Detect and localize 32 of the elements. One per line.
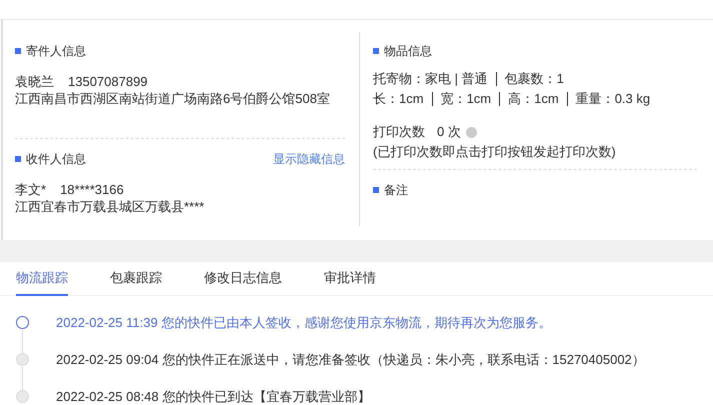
timeline-entry: 2022-02-25 09:04 您的快件正在派送中，请您准备签收（快递员：朱小亮，联系电话：15270405002） xyxy=(56,352,645,366)
square-icon xyxy=(15,48,21,54)
timeline-entry: 2022-02-25 11:39 您的快件已由本人签收，感谢您使用京东物流，期待再次为您服务。 xyxy=(56,316,552,330)
tab[interactable]: 包裹跟踪 xyxy=(110,262,162,296)
square-icon xyxy=(15,156,21,162)
print-count: 0 次 xyxy=(437,123,461,141)
spec-text: 长：1cm xyxy=(373,90,424,108)
help-icon xyxy=(466,126,477,138)
tab[interactable]: 修改日志信息 xyxy=(204,262,282,296)
show-hidden-link[interactable]: 显示隐藏信息 xyxy=(273,150,345,168)
section-title: 寄件人信息 xyxy=(26,43,86,60)
section-title: 物品信息 xyxy=(384,43,432,60)
print-note: (已打印次数即点击打印按钮发起打印次数) xyxy=(373,143,617,161)
section-title: 收件人信息 xyxy=(26,151,86,168)
tab[interactable]: 物流跟踪 xyxy=(16,262,68,296)
tab[interactable]: 审批详情 xyxy=(324,262,376,296)
print-label: 打印次数 xyxy=(373,123,425,141)
square-icon xyxy=(373,48,379,54)
phone-number: 18****3166 xyxy=(60,181,124,199)
spec-text: 宽：1cm xyxy=(440,90,492,108)
phone-number: 13507087899 xyxy=(68,73,148,91)
contact-name: 李文* xyxy=(15,181,46,199)
spec-text: 重量：0.3 kg xyxy=(576,90,650,108)
timeline-entry: 2022-02-25 08:48 您的快件已到达【宜春万载营业部】 xyxy=(56,390,370,404)
address-text: 江西南昌市西湖区南站街道广场南路6号伯爵公馆508室 xyxy=(15,91,330,107)
spec-text: 包裹数：1 xyxy=(504,70,564,88)
spec-text: 托寄物：家电 | 普通 xyxy=(373,70,488,88)
spec-text: 高：1cm xyxy=(508,90,559,108)
address-text: 江西宜春市万载县城区万载县**** xyxy=(15,199,206,215)
section-title: 备注 xyxy=(384,182,408,199)
contact-name: 袁晓兰 xyxy=(15,73,54,91)
square-icon xyxy=(373,187,379,193)
